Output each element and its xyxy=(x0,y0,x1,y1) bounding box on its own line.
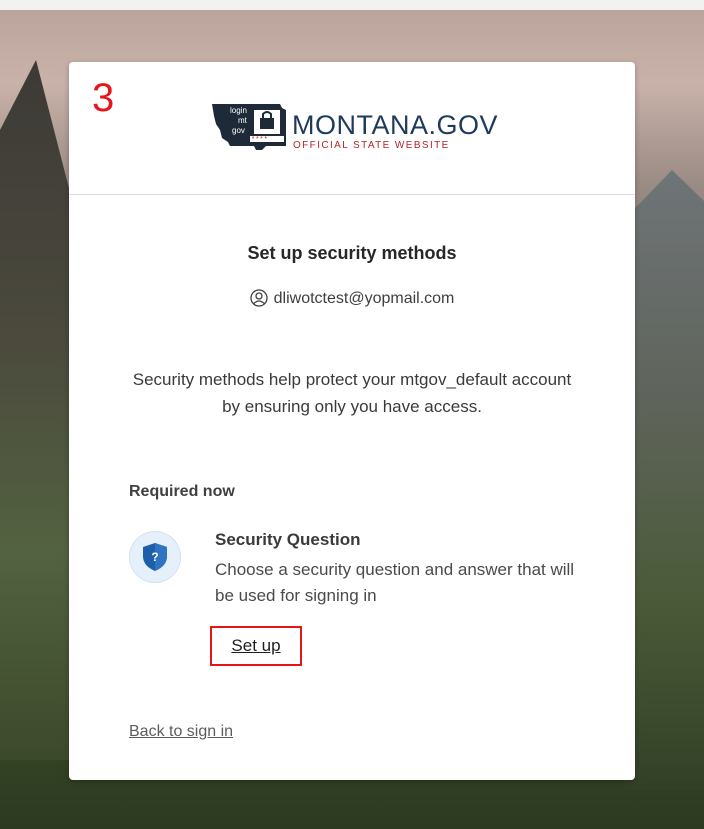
svg-text:mt: mt xyxy=(238,116,248,125)
step-annotation: 3 xyxy=(92,76,115,120)
page-description: Security methods help protect your mtgov… xyxy=(132,370,572,416)
required-now-label: Required now xyxy=(129,483,235,500)
authenticator-description: Choose a security question and answer th… xyxy=(215,560,575,605)
montana-gov-logo: login mt gov **** MONTANA.GOV OFFICIAL S… xyxy=(210,102,500,160)
user-icon xyxy=(249,289,268,307)
svg-text:?: ? xyxy=(151,550,158,564)
svg-text:gov: gov xyxy=(232,126,245,135)
page-title: Set up security methods xyxy=(247,243,457,263)
sign-in-card: login mt gov **** MONTANA.GOV OFFICIAL S… xyxy=(69,62,635,780)
back-to-sign-in-link[interactable]: Back to sign in xyxy=(129,723,233,741)
authenticator-security-question: ? Security Question Choose a security qu… xyxy=(129,522,589,652)
security-question-shield-icon: ? xyxy=(143,543,167,571)
identity-email: dliwotctest@yopmail.com xyxy=(273,290,455,307)
svg-text:****: **** xyxy=(251,137,268,145)
authenticator-name: Security Question xyxy=(215,530,361,549)
brand-subtitle: OFFICIAL STATE WEBSITE xyxy=(293,140,450,151)
security-question-icon-wrapper: ? xyxy=(129,531,181,583)
brand-title: MONTANA.GOV xyxy=(292,110,499,140)
card-header: login mt gov **** MONTANA.GOV OFFICIAL S… xyxy=(69,62,635,195)
set-up-button[interactable]: Set up xyxy=(210,626,302,666)
svg-text:login: login xyxy=(230,106,247,115)
identity-container: dliwotctest@yopmail.com xyxy=(69,289,635,308)
montana-state-icon: login mt gov **** xyxy=(212,104,286,150)
mountain-right xyxy=(624,170,704,790)
